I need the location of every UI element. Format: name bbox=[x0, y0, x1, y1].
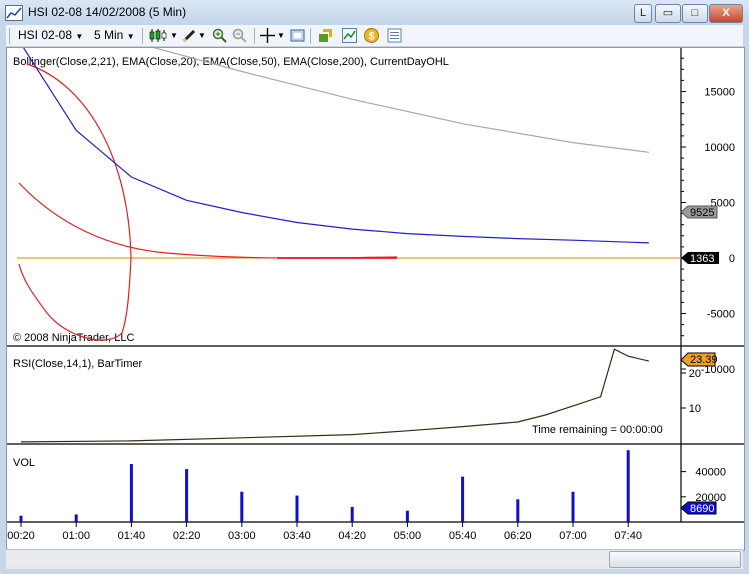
time-axis: 00:20 01:00 01:40 02:20 03:00 03:40 04:20 05:00… bbox=[7, 522, 642, 542]
period-selector[interactable]: 5 Min ▼ bbox=[94, 28, 135, 42]
time-tick-label: 03:00 bbox=[228, 530, 256, 542]
bollinger-upper-band bbox=[18, 63, 132, 341]
chart-toolbar: HSI 02-08 ▼ 5 Min ▼ ▼ ▼ ▼ $ bbox=[6, 25, 743, 47]
ema-50-line bbox=[20, 43, 649, 244]
volume-bar bbox=[74, 514, 78, 522]
toolbar-separator bbox=[142, 28, 143, 44]
toolbar-separator bbox=[254, 28, 255, 44]
volume-bar bbox=[516, 499, 520, 522]
zoom-out-icon[interactable] bbox=[232, 28, 247, 43]
volume-bar bbox=[626, 450, 630, 522]
volume-bar bbox=[461, 476, 465, 522]
properties-icon[interactable] bbox=[387, 28, 402, 43]
minimize-button[interactable]: ▭ bbox=[655, 4, 681, 23]
chart-scrollbar-area bbox=[6, 549, 743, 569]
chevron-down-icon[interactable]: ▼ bbox=[170, 28, 178, 43]
time-tick-label: 01:40 bbox=[118, 530, 146, 542]
rsi-tick-label: 10 bbox=[689, 403, 701, 415]
volume-panel[interactable]: VOL 4000020000 8690 bbox=[7, 444, 744, 523]
zoom-in-icon[interactable] bbox=[212, 28, 227, 43]
time-tick-label: 04:20 bbox=[338, 530, 366, 542]
volume-bars bbox=[19, 450, 630, 522]
price-tick-label: 15000 bbox=[704, 87, 735, 99]
rsi-tick-label: 20 bbox=[689, 368, 701, 380]
bollinger-middle-band bbox=[18, 182, 398, 259]
maximize-button[interactable]: □ bbox=[682, 4, 708, 23]
chart-area[interactable]: Bollinger(Close,2,21), EMA(Close,20), EM… bbox=[6, 2, 745, 551]
restore-button[interactable]: L bbox=[634, 4, 652, 23]
rsi-panel[interactable]: RSI(Close,14,1), BarTimer Time remaining… bbox=[7, 346, 744, 445]
instrument-selector[interactable]: HSI 02-08 ▼ bbox=[18, 28, 83, 42]
chart-window: HSI 02-08 14/02/2008 (5 Min) L ▭ □ X HSI… bbox=[0, 0, 749, 574]
data-box-icon[interactable] bbox=[290, 28, 305, 43]
volume-bar bbox=[19, 515, 23, 522]
time-tick-label: 00:20 bbox=[7, 530, 35, 542]
close-button[interactable]: X bbox=[709, 4, 743, 23]
time-tick-label: 02:20 bbox=[173, 530, 201, 542]
indicator-icon[interactable] bbox=[342, 28, 357, 43]
volume-bar bbox=[405, 510, 409, 522]
chart-canvas[interactable]: Bollinger(Close,2,21), EMA(Close,20), EM… bbox=[7, 2, 744, 550]
chevron-down-icon: ▼ bbox=[126, 32, 135, 41]
volume-axis: 4000020000 bbox=[681, 467, 726, 504]
volume-bar bbox=[240, 491, 244, 522]
price-tick-label: 0 bbox=[729, 253, 735, 265]
chevron-down-icon[interactable]: ▼ bbox=[277, 28, 285, 43]
chevron-down-icon: ▼ bbox=[75, 32, 84, 41]
title-bar[interactable]: HSI 02-08 14/02/2008 (5 Min) L ▭ □ X bbox=[0, 0, 749, 25]
rsi-axis: 2010 bbox=[681, 368, 701, 415]
time-remaining-label: Time remaining = 00:00:00 bbox=[532, 424, 663, 436]
ema50-price-value: 1363 bbox=[690, 253, 714, 265]
period-label: 5 Min bbox=[94, 28, 124, 42]
volume-bar bbox=[185, 469, 189, 522]
volume-label: VOL bbox=[13, 457, 35, 469]
volume-bar bbox=[295, 495, 299, 522]
volume-tick-label: 40000 bbox=[695, 467, 726, 479]
volume-bar bbox=[350, 506, 354, 522]
price-panel[interactable]: Bollinger(Close,2,21), EMA(Close,20), EM… bbox=[7, 2, 744, 376]
strategy-icon[interactable] bbox=[318, 28, 333, 43]
crosshair-icon[interactable] bbox=[260, 28, 275, 43]
price-indicators-label: Bollinger(Close,2,21), EMA(Close,20), EM… bbox=[13, 56, 449, 68]
time-tick-label: 01:00 bbox=[62, 530, 90, 542]
time-tick-label: 03:40 bbox=[283, 530, 311, 542]
horizontal-scrollbar-track[interactable] bbox=[6, 553, 609, 565]
window-title: HSI 02-08 14/02/2008 (5 Min) bbox=[28, 5, 187, 19]
volume-bar bbox=[571, 491, 575, 522]
volume-bar bbox=[129, 464, 133, 522]
chart-app-icon bbox=[5, 5, 23, 21]
pencil-icon[interactable] bbox=[182, 28, 197, 43]
chevron-down-icon[interactable]: ▼ bbox=[198, 28, 206, 43]
volume-value: 8690 bbox=[690, 503, 714, 515]
toolbar-separator bbox=[310, 28, 311, 44]
rsi-value: 23.39 bbox=[690, 354, 718, 366]
price-tick-label: 10000 bbox=[704, 142, 735, 154]
time-tick-label: 07:00 bbox=[559, 530, 587, 542]
time-tick-label: 05:00 bbox=[394, 530, 422, 542]
instrument-label: HSI 02-08 bbox=[18, 28, 73, 42]
time-tick-label: 07:40 bbox=[614, 530, 642, 542]
horizontal-scrollbar-thumb[interactable] bbox=[609, 551, 741, 568]
time-tick-label: 06:20 bbox=[504, 530, 532, 542]
svg-text:$: $ bbox=[368, 31, 374, 43]
dollar-icon[interactable]: $ bbox=[364, 28, 379, 43]
ema200-price-value: 9525 bbox=[690, 207, 714, 219]
toolbar-grip bbox=[9, 28, 10, 44]
candlestick-icon[interactable] bbox=[148, 28, 170, 43]
time-tick-label: 05:40 bbox=[449, 530, 477, 542]
rsi-label: RSI(Close,14,1), BarTimer bbox=[13, 358, 143, 370]
price-tick-label: -5000 bbox=[707, 309, 735, 321]
